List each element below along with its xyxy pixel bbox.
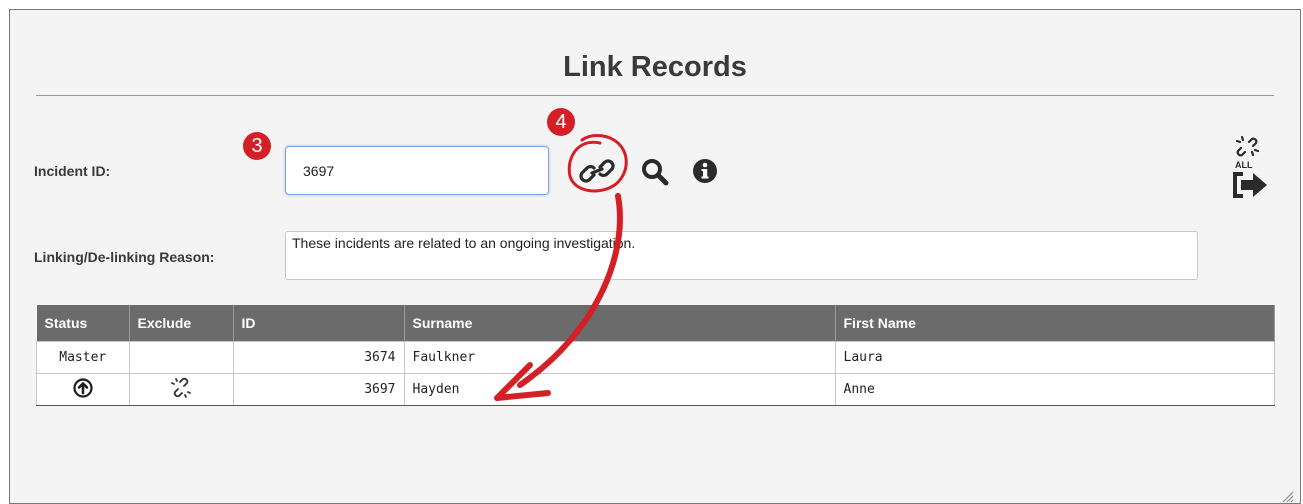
unlink-all-button[interactable]: ALL [1229, 130, 1271, 210]
unlink-all-icon: ALL [1233, 135, 1267, 198]
linked-records-table: Status Exclude ID Surname First Name Mas… [36, 305, 1275, 406]
table-row[interactable]: Master 3674 Faulkner Laura [36, 341, 1275, 374]
column-header-surname[interactable]: Surname [404, 305, 836, 342]
row-status: Master [36, 341, 130, 374]
row-first-name: Anne [834, 373, 1275, 406]
step-4-badge: 4 [547, 108, 575, 136]
row-id: 3674 [232, 341, 405, 374]
reason-textarea[interactable] [285, 231, 1198, 280]
row-status [36, 373, 130, 406]
column-header-status[interactable]: Status [36, 305, 130, 342]
table-row[interactable]: 3697 Hayden Anne [36, 373, 1275, 406]
row-exclude [128, 373, 234, 406]
link-icon [579, 159, 615, 183]
title-divider [36, 95, 1274, 96]
column-header-id[interactable]: ID [233, 305, 405, 342]
info-icon [693, 159, 717, 183]
link-records-panel: Link Records Incident ID: 3 4 [9, 9, 1301, 504]
column-header-first-name[interactable]: First Name [835, 305, 1275, 342]
info-button[interactable] [692, 158, 718, 184]
row-surname: Faulkner [403, 341, 836, 374]
resize-grip-icon[interactable] [1280, 489, 1294, 503]
broken-link-icon[interactable] [170, 377, 192, 403]
row-id: 3697 [232, 373, 405, 406]
row-exclude [128, 341, 234, 374]
search-button[interactable] [641, 158, 669, 186]
column-header-exclude[interactable]: Exclude [129, 305, 234, 342]
search-icon [642, 159, 669, 186]
table-header-row: Status Exclude ID Surname First Name [36, 305, 1275, 342]
page-title: Link Records [563, 51, 747, 83]
incident-id-label: Incident ID: [34, 163, 111, 179]
arrow-up-circle-icon[interactable] [73, 377, 93, 402]
step-3-badge: 3 [243, 132, 271, 160]
incident-id-input[interactable] [285, 146, 549, 195]
link-button[interactable] [576, 153, 618, 189]
unlink-all-text: ALL [1235, 160, 1253, 170]
row-surname: Hayden [403, 373, 836, 406]
row-first-name: Laura [834, 341, 1275, 374]
reason-label: Linking/De-linking Reason: [34, 249, 215, 265]
